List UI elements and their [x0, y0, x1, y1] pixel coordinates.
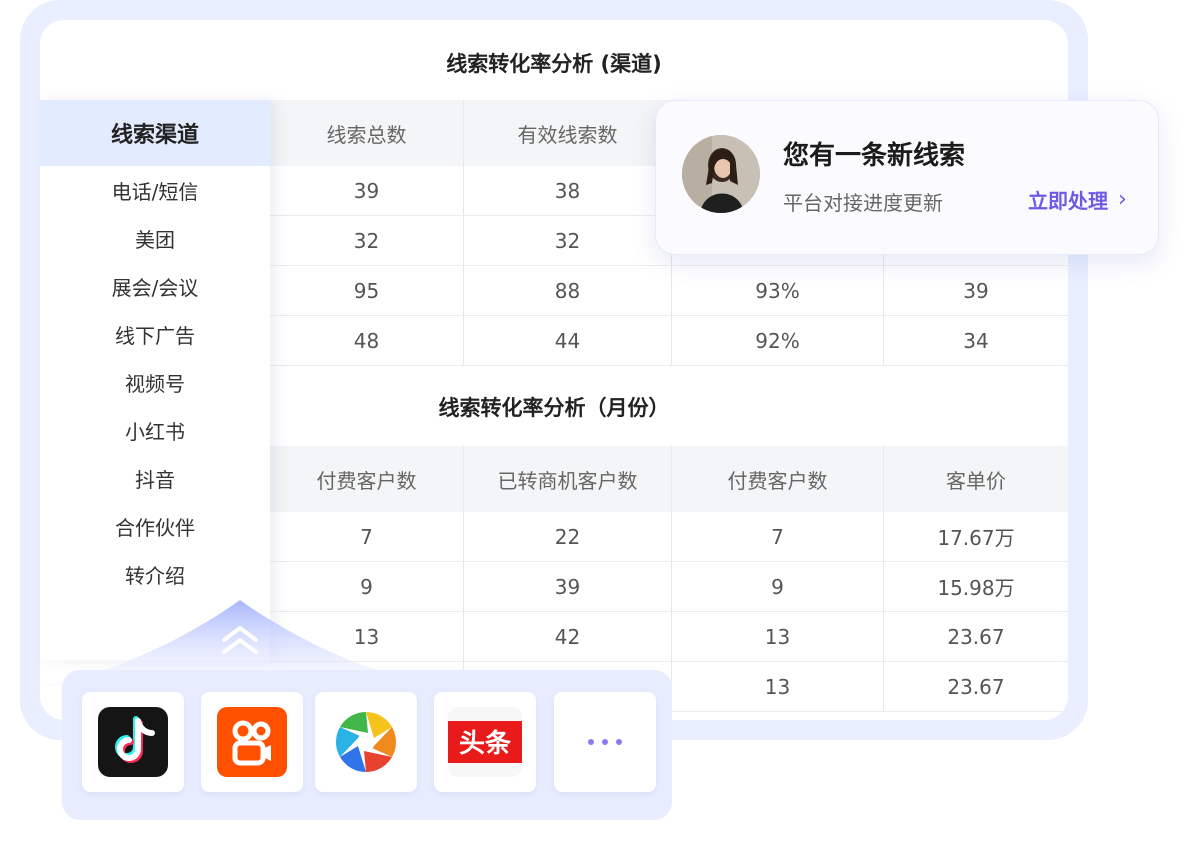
process-now-label: 立即处理 — [1028, 185, 1108, 214]
column-header: 已转商机客户数 — [464, 446, 672, 512]
table-row: 7 22 7 17.67万 — [270, 512, 1068, 562]
avatar — [682, 135, 760, 213]
tiktok-tile[interactable] — [82, 692, 184, 792]
table-cell: 7 — [672, 512, 884, 561]
channel-sidebar: 线索渠道 电话/短信 美团 展会/会议 线下广告 视频号 小红书 抖音 合作伙伴… — [40, 100, 270, 660]
column-header: 付费客户数 — [672, 446, 884, 512]
table-row: 48 44 92% 34 — [270, 316, 1068, 366]
table-cell: 32 — [270, 216, 464, 265]
more-icon — [585, 736, 625, 748]
kuaishou-icon — [217, 707, 287, 777]
notification-title: 您有一条新线索 — [783, 135, 965, 172]
table-header-row: 付费客户数 已转商机客户数 付费客户数 客单价 — [270, 446, 1068, 512]
table-cell: 95 — [270, 266, 464, 315]
aperture-icon — [331, 707, 401, 777]
sidebar-item-referral[interactable]: 转介绍 — [40, 550, 270, 598]
sidebar-item-offline-ads[interactable]: 线下广告 — [40, 310, 270, 358]
channel-section-title: 线索转化率分析 (渠道) — [40, 48, 1068, 78]
table-cell: 38 — [464, 166, 672, 215]
table-cell: 17.67万 — [884, 512, 1068, 561]
table-row: 95 88 93% 39 — [270, 266, 1068, 316]
new-lead-notification: 您有一条新线索 平台对接进度更新 立即处理 › — [655, 100, 1159, 255]
sidebar-item-partner[interactable]: 合作伙伴 — [40, 502, 270, 550]
table-cell: 88 — [464, 266, 672, 315]
toutiao-tile[interactable]: 头条 — [434, 692, 536, 792]
table-cell: 13 — [672, 612, 884, 661]
table-cell: 34 — [884, 316, 1068, 365]
table-cell: 92% — [672, 316, 884, 365]
aperture-tile[interactable] — [315, 692, 417, 792]
column-header: 有效线索数 — [464, 100, 672, 166]
table-cell: 32 — [464, 216, 672, 265]
notification-subtitle: 平台对接进度更新 — [783, 187, 943, 216]
sidebar-item-meituan[interactable]: 美团 — [40, 214, 270, 262]
table-cell: 13 — [672, 662, 884, 711]
sidebar-item-douyin[interactable]: 抖音 — [40, 454, 270, 502]
chevron-right-icon: › — [1118, 187, 1127, 212]
column-header: 线索总数 — [270, 100, 464, 166]
sidebar-header: 线索渠道 — [40, 100, 270, 166]
column-header: 客单价 — [884, 446, 1068, 512]
tiktok-icon — [98, 707, 168, 777]
apps-tray: 头条 — [62, 670, 672, 820]
table-cell: 7 — [270, 512, 464, 561]
table-cell: 39 — [884, 266, 1068, 315]
process-now-link[interactable]: 立即处理 › — [1028, 185, 1127, 214]
toutiao-icon: 头条 — [448, 707, 522, 777]
sidebar-item-xiaohongshu[interactable]: 小红书 — [40, 406, 270, 454]
sidebar-item-exhibition[interactable]: 展会/会议 — [40, 262, 270, 310]
kuaishou-tile[interactable] — [201, 692, 303, 792]
table-cell: 15.98万 — [884, 562, 1068, 611]
table-cell: 48 — [270, 316, 464, 365]
more-apps-tile[interactable] — [554, 692, 656, 792]
table-cell: 44 — [464, 316, 672, 365]
table-cell: 22 — [464, 512, 672, 561]
table-cell: 93% — [672, 266, 884, 315]
toutiao-logo-text: 头条 — [459, 729, 512, 759]
table-cell: 9 — [672, 562, 884, 611]
table-cell: 39 — [464, 562, 672, 611]
table-cell: 42 — [464, 612, 672, 661]
sidebar-item-phone-sms[interactable]: 电话/短信 — [40, 166, 270, 214]
table-cell: 23.67 — [884, 662, 1068, 711]
person-photo-icon — [682, 135, 760, 213]
table-cell: 39 — [270, 166, 464, 215]
table-cell: 23.67 — [884, 612, 1068, 661]
column-header: 付费客户数 — [270, 446, 464, 512]
sidebar-item-video-channel[interactable]: 视频号 — [40, 358, 270, 406]
